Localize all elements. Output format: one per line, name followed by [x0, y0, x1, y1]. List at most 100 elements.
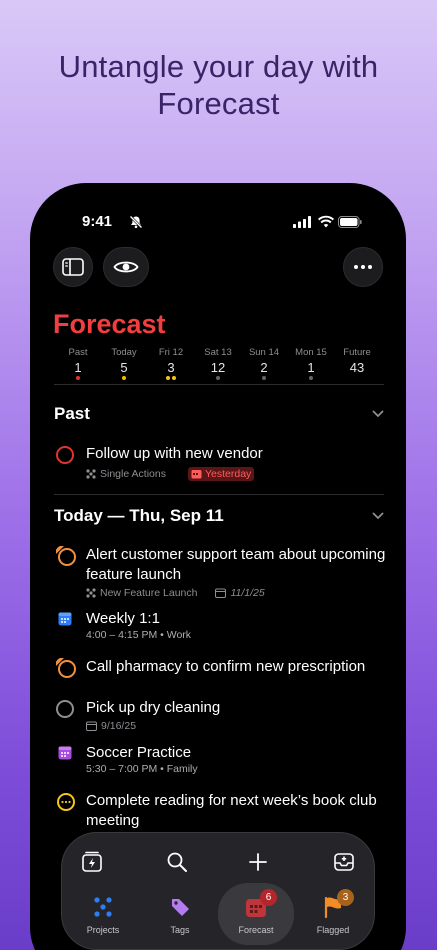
- inbox-button[interactable]: [330, 849, 358, 875]
- due-today-checkbox-icon[interactable]: [55, 545, 77, 567]
- day-dot: [166, 376, 170, 380]
- day-past[interactable]: Past 1: [58, 347, 98, 382]
- day-count: 43: [349, 360, 365, 375]
- task-row[interactable]: Complete reading for next week’s book cl…: [54, 791, 384, 835]
- tab-flagged[interactable]: 3 Flagged: [298, 889, 368, 935]
- tab-tags[interactable]: Tags: [145, 893, 215, 935]
- day-count: 5: [120, 360, 128, 375]
- due-badge: Yesterday: [187, 467, 255, 481]
- task-row[interactable]: Call pharmacy to confirm new prescriptio…: [54, 657, 384, 681]
- task-checkbox[interactable]: [56, 446, 74, 464]
- day-label: Future: [343, 347, 371, 358]
- day-dot: [262, 376, 266, 380]
- sidebar-toggle-button[interactable]: [53, 247, 93, 287]
- task-meta: 9/16/25: [86, 720, 136, 732]
- task-date: 11/1/25: [230, 587, 265, 599]
- day-label: Sat 13: [204, 347, 232, 358]
- day-label: Today: [111, 347, 137, 358]
- event-time: 5:30 – 7:00 PM • Family: [86, 763, 198, 775]
- event-row[interactable]: Weekly 1:1 4:00 – 4:15 PM • Work: [54, 609, 384, 643]
- day-fri-12[interactable]: Fri 12 3: [151, 347, 191, 382]
- wifi-icon: [318, 215, 334, 228]
- task-title: Complete reading for next week’s book cl…: [86, 792, 377, 829]
- task-meta: Single Actions Yesterday: [86, 467, 255, 481]
- status-bar: 9:41: [30, 213, 406, 233]
- divider: [54, 384, 384, 385]
- event-title: Weekly 1:1: [86, 610, 160, 627]
- tab-label: Projects: [86, 925, 120, 935]
- tab-label: Tags: [170, 925, 190, 935]
- floating-tab-bar: Projects Tags 6 Forecast 3 Flagged: [61, 832, 375, 950]
- day-dot: [216, 376, 220, 380]
- task-project: Single Actions: [100, 468, 166, 480]
- single-actions-icon: [86, 469, 96, 479]
- task-title: Follow up with new vendor: [86, 445, 263, 462]
- calendar-event-icon: [58, 746, 72, 760]
- day-label: Fri 12: [158, 347, 184, 358]
- tab-label: Flagged: [316, 925, 350, 935]
- calendar-due-icon: [191, 470, 202, 479]
- calendar-date-icon: [86, 721, 97, 731]
- due-today-checkbox-icon[interactable]: [55, 657, 77, 679]
- calendar-date-icon: [215, 588, 227, 598]
- chevron-down-icon[interactable]: [372, 512, 384, 520]
- day-future[interactable]: Future 43: [337, 347, 377, 382]
- day-dot: [122, 376, 126, 380]
- quick-entry-button[interactable]: [78, 849, 106, 875]
- sidebar-icon: [62, 258, 84, 276]
- project-icon: [86, 588, 96, 598]
- day-label: Mon 15: [295, 347, 327, 358]
- add-button[interactable]: [244, 849, 272, 875]
- day-count: 12: [210, 360, 226, 375]
- task-title: Call pharmacy to confirm new prescriptio…: [86, 658, 366, 675]
- forecast-badge: 6: [260, 889, 277, 906]
- day-strip: Past 1 Today 5 Fri 12 3 Sat 13 12 Sun 14…: [54, 347, 384, 383]
- more-options-button[interactable]: [343, 247, 383, 287]
- day-sat-13[interactable]: Sat 13 12: [198, 347, 238, 382]
- due-label: Yesterday: [204, 468, 252, 480]
- task-row[interactable]: Follow up with new vendor Single Actions…: [54, 444, 384, 484]
- task-project: New Feature Launch: [100, 587, 198, 599]
- flagged-checkbox-icon[interactable]: [55, 791, 77, 813]
- view-options-button[interactable]: [103, 247, 149, 287]
- tag-icon: [172, 899, 189, 916]
- search-icon: [167, 852, 187, 872]
- task-title: Alert customer support team about upcomi…: [86, 546, 386, 583]
- task-title: Pick up dry cleaning: [86, 699, 221, 716]
- projects-icon: [94, 897, 112, 917]
- day-count: 1: [307, 360, 315, 375]
- day-label: Sun 14: [248, 347, 280, 358]
- day-mon-15[interactable]: Mon 15 1: [291, 347, 331, 382]
- task-date: 9/16/25: [101, 720, 137, 732]
- eye-icon: [113, 261, 139, 273]
- day-count: 2: [260, 360, 268, 375]
- day-sun-14[interactable]: Sun 14 2: [244, 347, 284, 382]
- day-count: 1: [74, 360, 82, 375]
- event-title: Soccer Practice: [86, 744, 192, 761]
- task-checkbox[interactable]: [56, 700, 74, 718]
- quick-entry-icon: [82, 851, 102, 872]
- flagged-badge: 3: [337, 889, 354, 906]
- task-row[interactable]: Pick up dry cleaning 9/16/25: [54, 698, 384, 736]
- task-row[interactable]: Alert customer support team about upcomi…: [54, 545, 386, 601]
- task-meta: New Feature Launch 11/1/25: [86, 587, 265, 599]
- day-count: 3: [167, 360, 175, 375]
- day-dot: [76, 376, 80, 380]
- cellular-signal-icon: [293, 216, 311, 228]
- section-today-title: Today — Thu, Sep 11: [54, 506, 224, 525]
- ellipsis-icon: [354, 265, 372, 269]
- status-time: 9:41: [82, 213, 113, 230]
- day-dot: [309, 376, 313, 380]
- tab-label: Forecast: [238, 925, 274, 935]
- headline: Untangle your day with Forecast: [58, 49, 379, 121]
- day-today[interactable]: Today 5: [104, 347, 144, 382]
- page-title: Forecast: [53, 309, 166, 339]
- tab-forecast[interactable]: 6 Forecast: [221, 889, 291, 935]
- inbox-icon: [334, 853, 354, 871]
- chevron-down-icon[interactable]: [372, 410, 384, 418]
- search-button[interactable]: [163, 849, 191, 875]
- event-row[interactable]: Soccer Practice 5:30 – 7:00 PM • Family: [54, 743, 384, 777]
- tab-projects[interactable]: Projects: [68, 893, 138, 935]
- silent-bell-icon: [129, 215, 143, 229]
- day-label: Past: [68, 347, 88, 358]
